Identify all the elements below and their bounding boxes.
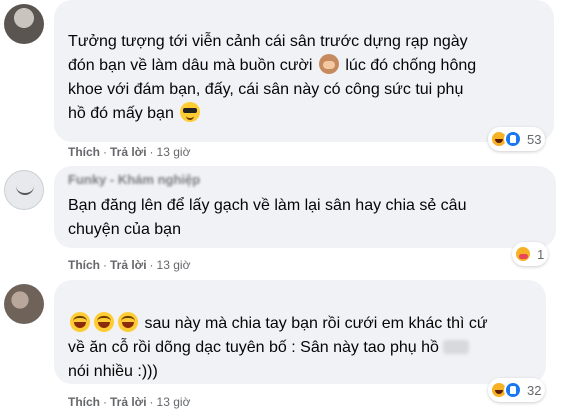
avatar[interactable] <box>4 284 44 324</box>
comment-text-line: Bạn đăng lên để lấy gạch về làm lại sân … <box>68 197 467 214</box>
like-link[interactable]: Thích <box>68 395 100 409</box>
timestamp[interactable]: 13 giờ <box>157 395 191 409</box>
redacted-word <box>443 340 470 354</box>
reply-link[interactable]: Trả lời <box>110 145 147 159</box>
comment-text-line: sau này mà chia tay bạn rồi cưới em khác… <box>144 315 488 332</box>
sunglasses-face-icon <box>180 102 201 122</box>
comment-actions: Thích · Trả lời · 13 giờ <box>68 395 191 409</box>
reply-link[interactable]: Trả lời <box>110 258 147 272</box>
comment-bubble: Funky - Khám nghiệp Bạn đăng lên để lấy … <box>54 166 556 248</box>
reaction-summary[interactable]: 53 <box>488 127 546 151</box>
laughing-face-icon <box>70 312 90 332</box>
author-name-partial[interactable]: Funky - Khám nghiệp <box>68 168 200 192</box>
reaction-summary[interactable]: 1 <box>512 242 549 266</box>
comment-bubble: Tưởng tượng tới viễn cảnh cái sân trước … <box>54 0 554 142</box>
comment-text-line: nói nhiều :))) <box>68 363 158 380</box>
avatar[interactable] <box>4 4 44 44</box>
comment-text-line: đón bạn về làm dâu mà buồn cười <box>68 57 313 74</box>
comment-text-line: khoe với đám bạn, đấy, cái sân này có cô… <box>68 81 464 98</box>
reaction-count: 53 <box>527 131 542 147</box>
avatar-face-icon <box>16 185 34 195</box>
see-no-evil-monkey-icon <box>318 54 339 74</box>
avatar[interactable] <box>4 170 44 210</box>
comment-text-line: Tưởng tượng tới viễn cảnh cái sân trước … <box>68 33 468 50</box>
like-icon <box>504 130 522 148</box>
like-link[interactable]: Thích <box>68 145 100 159</box>
reaction-count: 32 <box>527 382 542 398</box>
comment-actions: Thích · Trả lời · 13 giờ <box>68 258 191 272</box>
comment-actions: Thích · Trả lời · 13 giờ <box>68 145 191 159</box>
like-link[interactable]: Thích <box>68 258 100 272</box>
comment-text-line: lúc đó chống hông <box>345 57 477 74</box>
comment-text-line: về ăn cỗ rồi dõng dạc tuyên bố : Sân này… <box>68 339 439 356</box>
reply-link[interactable]: Trả lời <box>110 395 147 409</box>
comment-bubble: sau này mà chia tay bạn rồi cưới em khác… <box>54 280 546 384</box>
like-icon <box>504 381 522 399</box>
laughing-face-icon <box>94 312 114 332</box>
comment-text-line: hồ đó mấy bạn <box>68 105 174 122</box>
reaction-summary[interactable]: 32 <box>488 378 546 402</box>
care-icon <box>514 245 532 263</box>
timestamp[interactable]: 13 giờ <box>157 145 191 159</box>
laughing-face-icon <box>118 312 138 332</box>
timestamp[interactable]: 13 giờ <box>157 258 191 272</box>
reaction-count: 1 <box>537 246 545 262</box>
comment-text-line: chuyện của bạn <box>68 221 181 238</box>
